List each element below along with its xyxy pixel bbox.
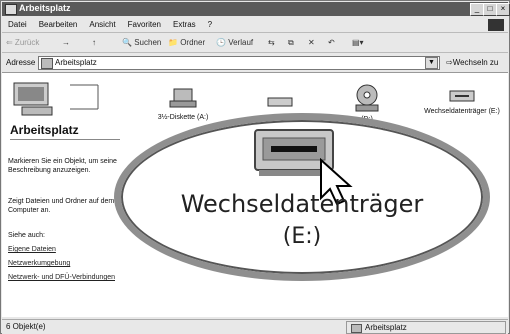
maximize-button[interactable]: □ [483, 3, 497, 16]
my-computer-icon [13, 82, 99, 116]
window-title: Arbeitsplatz [19, 3, 71, 13]
status-location: Arbeitsplatz [346, 321, 506, 334]
zoom-callout: Wechseldatenträger (E:) [114, 113, 490, 281]
menu-extras[interactable]: Extras [167, 18, 202, 32]
search-icon: 🔍 [122, 38, 132, 47]
delete-icon[interactable]: ✕ [308, 37, 315, 49]
menu-bearbeiten[interactable]: Bearbeiten [33, 18, 84, 32]
folder-icon: 📁 [168, 38, 178, 47]
search-label: Suchen [134, 38, 162, 47]
cd-drive-icon [355, 84, 379, 112]
menu-help[interactable]: ? [202, 18, 218, 32]
chevron-down-icon[interactable]: ▼ [425, 57, 438, 69]
left-pane: Arbeitsplatz Markieren Sie ein Objekt, u… [2, 73, 132, 317]
move-to-icon[interactable]: ⇆ [268, 37, 275, 49]
go-arrow-icon: ⇨ [446, 58, 453, 67]
item-floppy[interactable]: 3½-Diskette (A:) [148, 85, 218, 122]
item-hard-drive[interactable] [260, 95, 300, 112]
menu-ansicht[interactable]: Ansicht [83, 18, 121, 32]
windows-logo-icon [488, 19, 504, 31]
go-label: Wechseln zu [452, 58, 499, 67]
history-icon: 🕒 [216, 38, 226, 47]
link-eigene-dateien[interactable]: Eigene Dateien [8, 245, 128, 254]
menu-favoriten[interactable]: Favoriten [122, 18, 167, 32]
status-location-label: Arbeitsplatz [365, 323, 407, 332]
view-button[interactable]: ▤▾ [352, 37, 364, 49]
link-netzwerkumgebung[interactable]: Netzwerkumgebung [8, 259, 128, 268]
status-bar: 6 Objekt(e) Arbeitsplatz [2, 319, 508, 334]
computer-icon [41, 58, 53, 69]
title-bar[interactable]: Arbeitsplatz _ □ × [2, 2, 510, 16]
history-button[interactable]: 🕒 Verlauf [216, 37, 253, 49]
computer-icon [5, 4, 17, 15]
go-button[interactable]: ⇨Wechseln zu [446, 58, 498, 67]
back-button[interactable]: ⇐ Zurück [6, 37, 39, 49]
forward-button[interactable]: → [62, 37, 70, 49]
page-title: Arbeitsplatz [10, 123, 79, 137]
divider [10, 139, 120, 140]
folders-button[interactable]: 📁 Ordner [168, 37, 205, 49]
toolbar: ⇐ Zurück → ↑ 🔍 Suchen 📁 Ordner 🕒 Verlauf… [2, 34, 508, 53]
zoom-label-drive: (E:) [282, 224, 322, 249]
search-button[interactable]: 🔍 Suchen [122, 37, 161, 49]
zoom-label-name: Wechseldatenträger [180, 190, 424, 218]
undo-icon[interactable]: ↶ [328, 37, 335, 49]
up-button[interactable]: ↑ [92, 37, 96, 49]
address-bar: Adresse Arbeitsplatz ▼ ⇨Wechseln zu [2, 54, 508, 73]
info-text: Zeigt Dateien und Ordner auf dem Compute… [8, 198, 115, 214]
link-dfue-verbindungen[interactable]: Netzwerk- und DFÜ-Verbindungen [8, 273, 128, 282]
status-object-count: 6 Objekt(e) [6, 322, 46, 331]
description-text: Markieren Sie ein Objekt, um seine Besch… [8, 158, 117, 174]
item-label: Wechseldatenträger (E:) [424, 108, 500, 115]
history-label: Verlauf [228, 38, 254, 47]
address-field[interactable]: Arbeitsplatz [38, 56, 440, 70]
item-removable-drive[interactable]: Wechseldatenträger (E:) [422, 87, 502, 116]
item-label: 3½-Diskette (A:) [157, 114, 209, 121]
folders-label: Ordner [180, 38, 206, 47]
floppy-drive-icon [169, 88, 197, 108]
removable-drive-icon [449, 90, 475, 102]
copy-to-icon[interactable]: ⧉ [288, 37, 294, 49]
explorer-window: Arbeitsplatz _ □ × Datei Bearbeiten Ansich… [0, 0, 510, 334]
menu-datei[interactable]: Datei [2, 18, 33, 32]
close-button[interactable]: × [496, 3, 510, 16]
address-value: Arbeitsplatz [55, 58, 97, 67]
minimize-button[interactable]: _ [470, 3, 484, 16]
hard-drive-icon [267, 97, 293, 107]
address-label: Adresse [6, 58, 36, 67]
menu-bar: Datei Bearbeiten Ansicht Favoriten Extras? [2, 18, 508, 33]
see-also-label: Siehe auch: [8, 232, 45, 239]
computer-icon [351, 324, 362, 333]
